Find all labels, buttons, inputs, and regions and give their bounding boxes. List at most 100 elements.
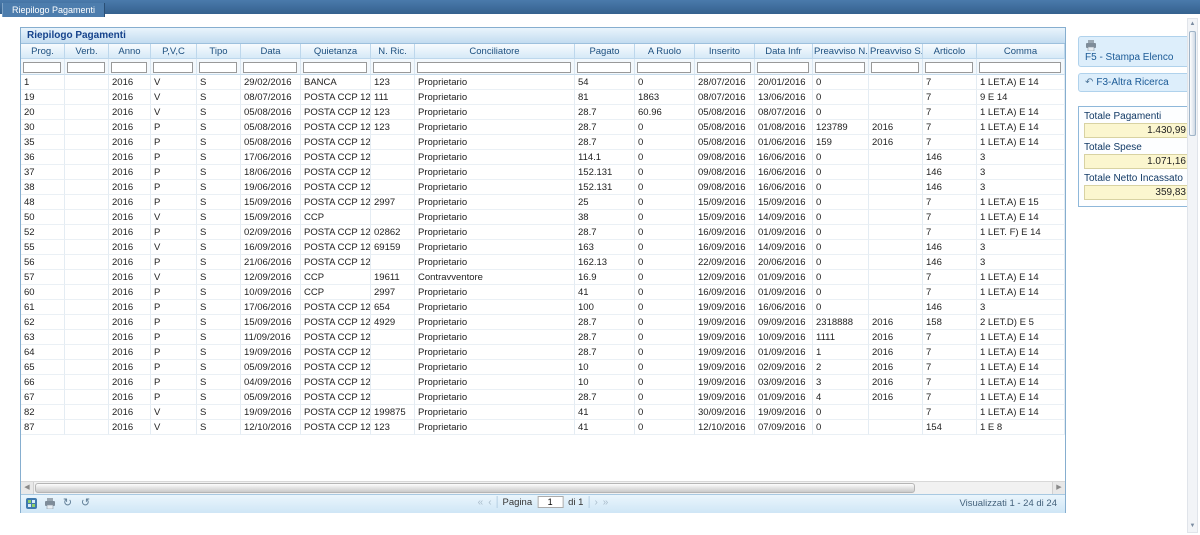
filter-input-9[interactable]: [577, 62, 631, 73]
filter-input-0[interactable]: [23, 62, 61, 73]
table-row[interactable]: 362016PS17/06/2016POSTA CCP 12Proprietar…: [21, 150, 1065, 165]
filter-input-6[interactable]: [303, 62, 367, 73]
column-header-preavviso-s[interactable]: Preavviso S.: [869, 44, 923, 59]
cell: [371, 330, 415, 345]
table-row[interactable]: 642016PS19/09/2016POSTA CCP 12Proprietar…: [21, 345, 1065, 360]
table-row[interactable]: 672016PS05/09/2016POSTA CCP 12Proprietar…: [21, 390, 1065, 405]
vertical-scrollbar[interactable]: ▲ ▼: [1187, 18, 1198, 533]
table-row[interactable]: 192016VS08/07/2016POSTA CCP 12111Proprie…: [21, 90, 1065, 105]
column-header-articolo[interactable]: Articolo: [923, 44, 977, 59]
cell: 09/08/2016: [695, 180, 755, 195]
cell: 2016: [109, 315, 151, 330]
table-row[interactable]: 662016PS04/09/2016POSTA CCP 12Proprietar…: [21, 375, 1065, 390]
table-row[interactable]: 202016VS05/08/2016POSTA CCP 12123Proprie…: [21, 105, 1065, 120]
column-header-inserito[interactable]: Inserito: [695, 44, 755, 59]
tab-riepilogo-pagamenti[interactable]: Riepilogo Pagamenti: [2, 3, 105, 17]
filter-input-11[interactable]: [697, 62, 751, 73]
filter-input-3[interactable]: [153, 62, 193, 73]
column-header-pagato[interactable]: Pagato: [575, 44, 635, 59]
table-row[interactable]: 612016PS17/06/2016POSTA CCP 12654Proprie…: [21, 300, 1065, 315]
filter-input-13[interactable]: [815, 62, 865, 73]
column-header-data[interactable]: Data: [241, 44, 301, 59]
cell: Proprietario: [415, 210, 575, 225]
refresh-icon[interactable]: ↻: [61, 497, 74, 510]
cell: [371, 210, 415, 225]
filter-input-10[interactable]: [637, 62, 691, 73]
cell: [869, 180, 923, 195]
export-grid-icon[interactable]: [25, 497, 38, 510]
horizontal-scrollbar[interactable]: ◀ ▶: [21, 481, 1065, 494]
scroll-down-arrow-icon[interactable]: ▼: [1188, 521, 1197, 532]
table-row[interactable]: 632016PS11/09/2016POSTA CCP 12Proprietar…: [21, 330, 1065, 345]
column-header-a-ruolo[interactable]: A Ruolo: [635, 44, 695, 59]
cell: 0: [813, 405, 869, 420]
table-row[interactable]: 372016PS18/06/2016POSTA CCP 12Proprietar…: [21, 165, 1065, 180]
print-grid-icon[interactable]: [43, 497, 56, 510]
reload-icon[interactable]: ↺: [79, 497, 92, 510]
table-row[interactable]: 602016PS10/09/2016CCP2997Proprietario410…: [21, 285, 1065, 300]
filter-input-14[interactable]: [871, 62, 919, 73]
first-page-icon[interactable]: «: [478, 497, 484, 508]
column-header-data-infr[interactable]: Data Infr: [755, 44, 813, 59]
cell: 54: [575, 75, 635, 90]
scroll-right-arrow-icon[interactable]: ▶: [1052, 482, 1065, 494]
table-row[interactable]: 822016VS19/09/2016POSTA CCP 12199875Prop…: [21, 405, 1065, 420]
table-row[interactable]: 352016PS05/08/2016POSTA CCP 12Proprietar…: [21, 135, 1065, 150]
page-number-input[interactable]: [537, 496, 563, 508]
table-row[interactable]: 572016VS12/09/2016CCP19611Contravventore…: [21, 270, 1065, 285]
table-row[interactable]: 872016VS12/10/2016POSTA CCP 12123Proprie…: [21, 420, 1065, 435]
vertical-scrollbar-thumb[interactable]: [1189, 31, 1196, 136]
cell: 0: [635, 195, 695, 210]
column-header-n-ric[interactable]: N. Ric.: [371, 44, 415, 59]
cell: 19: [21, 90, 65, 105]
cell: 28.7: [575, 105, 635, 120]
table-row[interactable]: 12016VS29/02/2016BANCA123Proprietario540…: [21, 75, 1065, 90]
cell: POSTA CCP 12: [301, 90, 371, 105]
column-header-verb[interactable]: Verb.: [65, 44, 109, 59]
filter-cell: [301, 59, 371, 75]
column-header-quietanza[interactable]: Quietanza: [301, 44, 371, 59]
filter-input-12[interactable]: [757, 62, 809, 73]
filter-input-1[interactable]: [67, 62, 105, 73]
table-row[interactable]: 552016VS16/09/2016POSTA CCP 1269159Propr…: [21, 240, 1065, 255]
filter-input-16[interactable]: [979, 62, 1061, 73]
cell: [65, 150, 109, 165]
table-row[interactable]: 522016PS02/09/2016POSTA CCP 1202862Propr…: [21, 225, 1065, 240]
cell: 2016: [109, 405, 151, 420]
cell: V: [151, 75, 197, 90]
cell: P: [151, 120, 197, 135]
altra-ricerca-button[interactable]: ↶F3-Altra Ricerca: [1078, 73, 1196, 92]
column-header-p-v-c[interactable]: P,V,C: [151, 44, 197, 59]
filter-input-7[interactable]: [373, 62, 411, 73]
prev-page-icon[interactable]: ‹: [488, 497, 491, 508]
cell: 2016: [869, 315, 923, 330]
table-row[interactable]: 482016PS15/09/2016POSTA CCP 122997Propri…: [21, 195, 1065, 210]
table-row[interactable]: 622016PS15/09/2016POSTA CCP 124929Propri…: [21, 315, 1065, 330]
filter-input-5[interactable]: [243, 62, 297, 73]
table-row[interactable]: 302016PS05/08/2016POSTA CCP 12123Proprie…: [21, 120, 1065, 135]
column-header-conciliatore[interactable]: Conciliatore: [415, 44, 575, 59]
cell: 0: [813, 225, 869, 240]
column-header-tipo[interactable]: Tipo: [197, 44, 241, 59]
column-header-preavviso-n[interactable]: Preavviso N.: [813, 44, 869, 59]
table-row[interactable]: 382016PS19/06/2016POSTA CCP 12Proprietar…: [21, 180, 1065, 195]
horizontal-scrollbar-thumb[interactable]: [35, 483, 915, 493]
filter-input-15[interactable]: [925, 62, 973, 73]
filter-input-2[interactable]: [111, 62, 147, 73]
filter-input-4[interactable]: [199, 62, 237, 73]
cell: P: [151, 315, 197, 330]
column-header-comma[interactable]: Comma: [977, 44, 1065, 59]
cell: 19/09/2016: [695, 390, 755, 405]
table-row[interactable]: 562016PS21/06/2016POSTA CCP 12Proprietar…: [21, 255, 1065, 270]
table-row[interactable]: 502016VS15/09/2016CCPProprietario38015/0…: [21, 210, 1065, 225]
scroll-up-arrow-icon[interactable]: ▲: [1188, 19, 1197, 30]
scroll-left-arrow-icon[interactable]: ◀: [21, 482, 34, 494]
cell: 09/09/2016: [755, 315, 813, 330]
next-page-icon[interactable]: ›: [594, 497, 597, 508]
table-row[interactable]: 652016PS05/09/2016POSTA CCP 12Proprietar…: [21, 360, 1065, 375]
last-page-icon[interactable]: »: [603, 497, 609, 508]
stampa-elenco-button[interactable]: F5 - Stampa Elenco: [1078, 36, 1196, 67]
column-header-prog[interactable]: Prog.: [21, 44, 65, 59]
filter-input-8[interactable]: [417, 62, 571, 73]
column-header-anno[interactable]: Anno: [109, 44, 151, 59]
